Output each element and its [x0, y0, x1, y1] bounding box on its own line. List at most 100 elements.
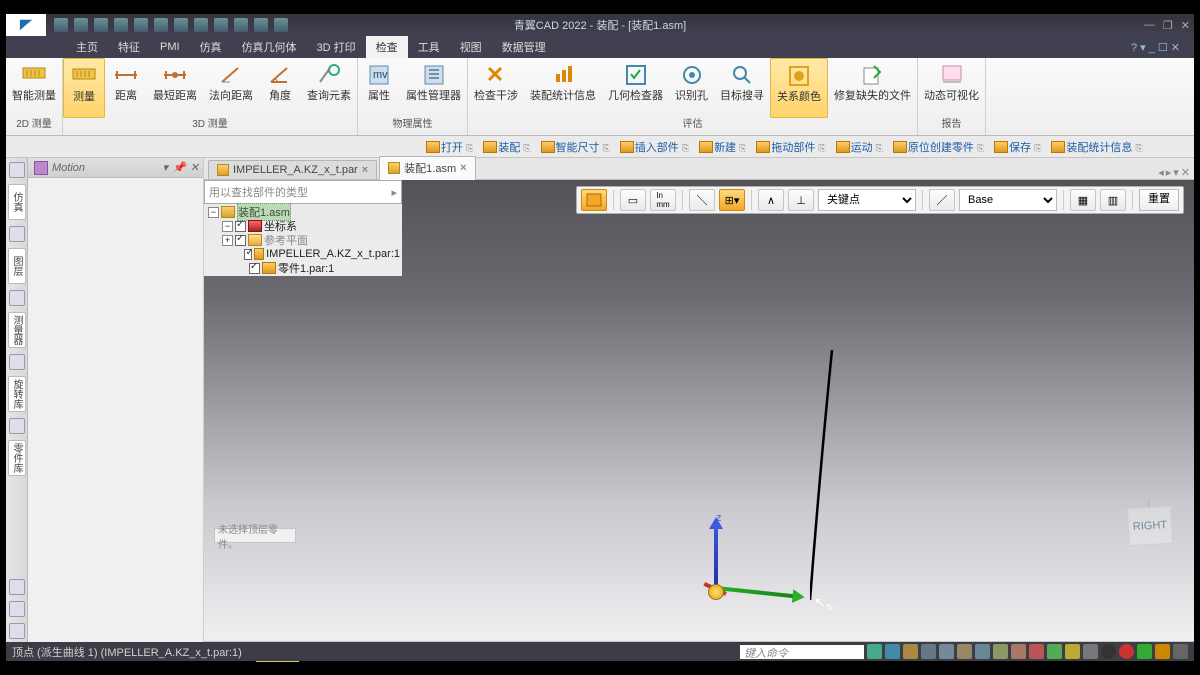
record-icon[interactable]: [1119, 644, 1134, 659]
query-element-button[interactable]: 查询元素: [301, 58, 357, 118]
dropdown-icon[interactable]: ▾: [163, 161, 169, 174]
checkbox[interactable]: [235, 235, 246, 246]
strip-icon[interactable]: [9, 162, 25, 178]
strip-button[interactable]: 旋转库: [8, 376, 26, 412]
ctx-assemble[interactable]: 装配 ⎘: [483, 139, 530, 155]
recognize-button[interactable]: 识别孔: [669, 58, 714, 118]
z-axis-icon[interactable]: [714, 520, 718, 590]
ribbon-tab-0[interactable]: 主页: [66, 36, 108, 58]
config-button[interactable]: ▥: [1100, 189, 1126, 211]
strip-icon[interactable]: [9, 601, 25, 617]
assembly-stats-button[interactable]: 装配统计信息: [524, 58, 602, 118]
list-icon[interactable]: ▾: [1173, 166, 1179, 179]
strip-icon[interactable]: [9, 579, 25, 595]
status-icon[interactable]: [1029, 644, 1044, 659]
strip-button[interactable]: 零件库: [8, 440, 26, 476]
qat-icon[interactable]: [94, 18, 108, 32]
toolbar-button[interactable]: ▭: [620, 189, 646, 211]
strip-button[interactable]: 图层: [8, 248, 26, 284]
ribbon-tab-1[interactable]: 特征: [108, 36, 150, 58]
doc-tab-asm1[interactable]: 装配1.asm×: [379, 156, 475, 180]
status-icon[interactable]: [1011, 644, 1026, 659]
pin-icon[interactable]: 📌: [172, 161, 186, 174]
help-icon[interactable]: ? ▾ _ ☐ ✕: [1131, 41, 1180, 54]
status-icon[interactable]: [1173, 644, 1188, 659]
ctx-open[interactable]: 打开 ⎘: [426, 139, 473, 155]
ctx-asm-stats[interactable]: 装配统计信息 ⎘: [1051, 139, 1142, 155]
checkbox[interactable]: [244, 249, 252, 260]
close-panel-icon[interactable]: ✕: [190, 161, 199, 174]
base-select[interactable]: Base: [959, 189, 1057, 211]
strip-icon[interactable]: [9, 226, 25, 242]
tree-node[interactable]: +参考平面: [204, 233, 402, 247]
qat-icon[interactable]: [254, 18, 268, 32]
doc-tab-impeller[interactable]: IMPELLER_A.KZ_x_t.par×: [208, 160, 377, 179]
view-cube[interactable]: ↑RIGHT: [1127, 506, 1173, 546]
ctx-create-inplace[interactable]: 原位创建零件 ⎘: [893, 139, 984, 155]
close-icon[interactable]: ✕: [1181, 19, 1190, 32]
expand-icon[interactable]: +: [222, 235, 233, 246]
status-icon[interactable]: [957, 644, 972, 659]
reset-button[interactable]: 重置: [1139, 189, 1179, 211]
status-icon[interactable]: [1047, 644, 1062, 659]
close-all-icon[interactable]: ✕: [1181, 166, 1190, 179]
keypoint-select[interactable]: 关键点: [818, 189, 916, 211]
normal-distance-button[interactable]: 法向距离: [203, 58, 259, 118]
status-icon[interactable]: [1155, 644, 1170, 659]
tree-node[interactable]: −坐标系: [204, 219, 402, 233]
status-icon[interactable]: [1083, 644, 1098, 659]
status-icon[interactable]: [867, 644, 882, 659]
viewport-3d[interactable]: 用以查找部件的类型▸ −装配1.asm−坐标系+参考平面IMPELLER_A.K…: [204, 180, 1194, 641]
status-icon[interactable]: [921, 644, 936, 659]
qat-icon[interactable]: [134, 18, 148, 32]
status-icon[interactable]: [993, 644, 1008, 659]
tree-search-input[interactable]: 用以查找部件的类型▸: [204, 180, 402, 204]
ribbon-tab-7[interactable]: 工具: [408, 36, 450, 58]
qat-icon[interactable]: [154, 18, 168, 32]
ribbon-tab-5[interactable]: 3D 打印: [307, 36, 366, 58]
maximize-icon[interactable]: ❐: [1163, 19, 1173, 32]
qat-icon[interactable]: [114, 18, 128, 32]
expand-icon[interactable]: −: [222, 221, 233, 232]
qat-icon[interactable]: [174, 18, 188, 32]
angle-button[interactable]: ∧: [758, 189, 784, 211]
ribbon-tab-9[interactable]: 数据管理: [492, 36, 556, 58]
target-search-button[interactable]: 目标搜寻: [714, 58, 770, 118]
status-icon[interactable]: [1065, 644, 1080, 659]
status-icon[interactable]: [1137, 644, 1152, 659]
ribbon-tab-3[interactable]: 仿真: [190, 36, 232, 58]
qat-icon[interactable]: [54, 18, 68, 32]
edge-button[interactable]: ／: [929, 189, 955, 211]
status-icon[interactable]: [975, 644, 990, 659]
status-icon[interactable]: [1101, 644, 1116, 659]
ctx-drag-part[interactable]: 拖动部件 ⎘: [756, 139, 825, 155]
strip-icon[interactable]: [9, 623, 25, 639]
next-icon[interactable]: ▸: [1166, 166, 1172, 179]
relation-color-button[interactable]: 关系颜色: [770, 58, 828, 118]
angle-button[interactable]: 角度: [259, 58, 301, 118]
ribbon-tab-2[interactable]: PMI: [150, 38, 190, 56]
strip-icon[interactable]: [9, 290, 25, 306]
grid-button[interactable]: ▦: [1070, 189, 1096, 211]
qat-icon[interactable]: [234, 18, 248, 32]
prev-icon[interactable]: ◂: [1158, 166, 1164, 179]
check-interference-button[interactable]: 检查干涉: [468, 58, 524, 118]
properties-button[interactable]: mv属性: [358, 58, 400, 118]
origin-icon[interactable]: [708, 584, 724, 600]
ribbon-tab-4[interactable]: 仿真几何体: [232, 36, 307, 58]
snap-button[interactable]: ⊞▾: [719, 189, 745, 211]
distance-button[interactable]: 距离: [105, 58, 147, 118]
ctx-new[interactable]: 新建 ⎘: [699, 139, 746, 155]
qat-icon[interactable]: [74, 18, 88, 32]
command-input[interactable]: 键入命令: [740, 645, 864, 659]
status-icon[interactable]: [885, 644, 900, 659]
property-manager-button[interactable]: 属性管理器: [400, 58, 467, 118]
measure-mode-button[interactable]: [581, 189, 607, 211]
strip-icon[interactable]: [9, 354, 25, 370]
qat-icon[interactable]: [214, 18, 228, 32]
tree-node[interactable]: 零件1.par:1: [204, 261, 402, 275]
ribbon-tab-8[interactable]: 视图: [450, 36, 492, 58]
expand-icon[interactable]: −: [208, 207, 219, 218]
strip-button[interactable]: 仿真: [8, 184, 26, 220]
geometry-checker-button[interactable]: 几何检查器: [602, 58, 669, 118]
